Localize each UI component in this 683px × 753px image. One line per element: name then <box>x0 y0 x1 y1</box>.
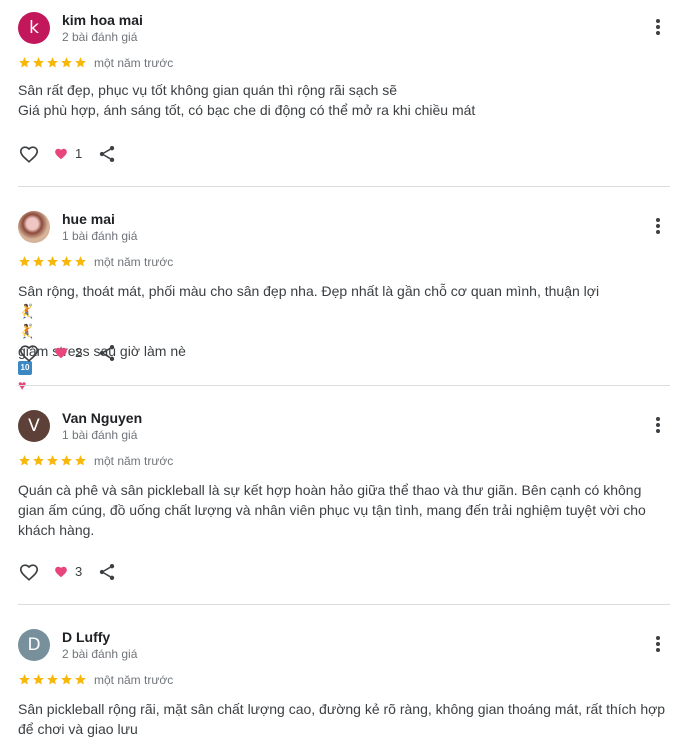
avatar[interactable]: V <box>18 410 50 442</box>
star-icon <box>33 674 44 685</box>
divider <box>18 385 670 386</box>
reviewer-name[interactable]: Van Nguyen <box>62 410 142 426</box>
star-rating <box>18 454 87 468</box>
like-heart-outline-icon[interactable] <box>18 561 40 583</box>
star-icon <box>33 57 44 68</box>
divider <box>18 604 670 605</box>
review-text-line: Sân rất đẹp, phục vụ tốt không gian quán… <box>18 82 398 98</box>
more-options-icon[interactable] <box>650 216 666 236</box>
reviewer-name[interactable]: hue mai <box>62 211 115 227</box>
star-icon <box>61 674 72 685</box>
star-icon <box>75 57 86 68</box>
more-options-icon[interactable] <box>650 415 666 435</box>
review-time: một năm trước <box>94 454 174 468</box>
review-time: một năm trước <box>94 673 174 687</box>
heart-reaction-icon <box>55 347 67 359</box>
star-rating <box>18 673 87 687</box>
star-icon <box>47 674 58 685</box>
review-time: một năm trước <box>94 255 174 269</box>
review-text-line: để chơi và giao lưu <box>18 721 138 737</box>
share-icon[interactable] <box>97 562 117 582</box>
review-text-line: Giá phù hợp, ánh sáng tốt, có bạc che di… <box>18 102 476 118</box>
star-icon <box>47 57 58 68</box>
share-icon[interactable] <box>97 144 117 164</box>
review-time: một năm trước <box>94 56 174 70</box>
star-icon <box>19 57 30 68</box>
like-count: 1 <box>75 146 83 161</box>
like-heart-outline-icon[interactable] <box>18 342 40 364</box>
review-count: 2 bài đánh giá <box>62 647 138 661</box>
star-icon <box>75 256 86 267</box>
review-text-line: khách hàng. <box>18 522 95 538</box>
avatar[interactable] <box>18 211 50 243</box>
more-options-icon[interactable] <box>650 17 666 37</box>
more-options-icon[interactable] <box>650 634 666 654</box>
like-count: 2 <box>75 345 83 360</box>
star-icon <box>61 455 72 466</box>
pickleball-player-emoji-icon: 🤾 <box>18 303 36 319</box>
review-text: Sân pickleball rộng rãi, mặt sân chất lư… <box>18 699 668 739</box>
review-text: Quán cà phê và sân pickleball là sự kết … <box>18 480 668 540</box>
review-count: 2 bài đánh giá <box>62 30 138 44</box>
star-icon <box>61 256 72 267</box>
star-icon <box>19 455 30 466</box>
star-icon <box>75 674 86 685</box>
star-icon <box>19 256 30 267</box>
like-count: 3 <box>75 564 83 579</box>
star-rating <box>18 56 87 70</box>
pickleball-player-emoji-icon: 🤾 <box>18 323 36 339</box>
heart-reaction-icon <box>55 566 67 578</box>
star-icon <box>47 256 58 267</box>
star-icon <box>75 455 86 466</box>
review-text-line: Sân pickleball rộng rãi, mặt sân chất lư… <box>18 701 666 717</box>
review-count: 1 bài đánh giá <box>62 428 138 442</box>
reviewer-name[interactable]: kim hoa mai <box>62 12 143 28</box>
review-text-line: gian ấm cúng, đồ uống chất lượng và nhân… <box>18 502 646 518</box>
heart-reaction-icon <box>55 148 67 160</box>
review-text: Sân rất đẹp, phục vụ tốt không gian quán… <box>18 80 668 120</box>
star-icon <box>33 256 44 267</box>
review-text-fragment: Sân rộng, thoát mát, phối màu cho sân đẹ… <box>18 283 600 299</box>
reviewer-name[interactable]: D Luffy <box>62 629 110 645</box>
review-text-line: Quán cà phê và sân pickleball là sự kết … <box>18 482 642 498</box>
star-icon <box>33 455 44 466</box>
review-text: Sân rộng, thoát mát, phối màu cho sân đẹ… <box>18 281 668 395</box>
divider <box>18 186 670 187</box>
star-icon <box>47 455 58 466</box>
avatar[interactable]: k <box>18 12 50 44</box>
like-heart-outline-icon[interactable] <box>18 143 40 165</box>
share-icon[interactable] <box>97 343 117 363</box>
star-icon <box>61 57 72 68</box>
star-rating <box>18 255 87 269</box>
star-icon <box>19 674 30 685</box>
avatar[interactable]: D <box>18 629 50 661</box>
review-count: 1 bài đánh giá <box>62 229 138 243</box>
review-text-line: Sân rộng, thoát mát, phối màu cho sân đẹ… <box>18 281 668 321</box>
